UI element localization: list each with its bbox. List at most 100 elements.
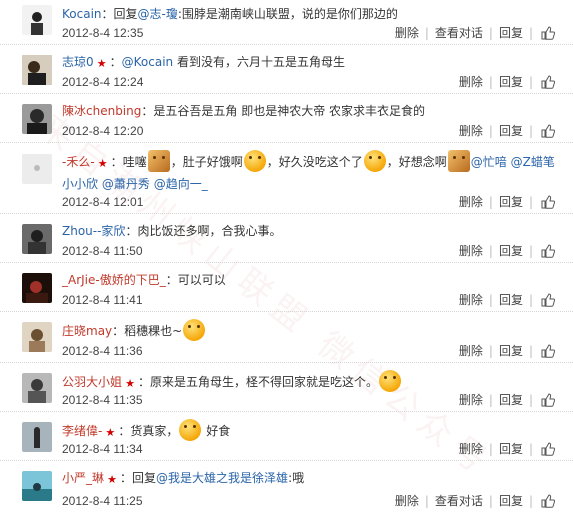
timestamp: 2012-8-4 12:01 [62, 195, 144, 209]
thumbs-up-icon[interactable] [541, 74, 556, 89]
timestamp: 2012-8-4 11:41 [62, 293, 143, 307]
delete-button[interactable]: 删除 [459, 193, 483, 210]
username[interactable]: _ArJie-傲娇的下巴_ [62, 273, 166, 287]
username[interactable]: -禾么- [62, 155, 95, 169]
comment-item: Zhou--家欣：肉比饭还多啊，合我心事。 2012-8-4 11:50 删除 |… [0, 215, 573, 263]
delete-button[interactable]: 删除 [459, 73, 483, 90]
delete-button[interactable]: 删除 [459, 242, 483, 259]
comment-item: _ArJie-傲娇的下巴_：可以可以 2012-8-4 11:41 删除 | 回复… [0, 264, 573, 312]
mention-link[interactable]: @Kocain [122, 55, 174, 69]
username[interactable]: 公羽大小姐 [62, 375, 122, 389]
thumbs-up-icon[interactable] [541, 25, 556, 40]
comment-item: -禾么- ★ ：哇噻 ，肚子好饿啊 ，好久没吃这个了 ，好想念啊 @忙喑 @Z蜡笔小小欣 @… [0, 144, 573, 214]
reply-button[interactable]: 回复 [499, 291, 523, 308]
hug-emoji-icon [447, 150, 470, 172]
drool-emoji-icon [243, 150, 266, 172]
comment-text: 李绪偉- ★ ：货真家， 好食 [62, 419, 561, 441]
verified-badge-icon: ★ [97, 157, 108, 170]
username[interactable]: 志琼0 [62, 55, 94, 69]
comment-item: 陳冰chenbing：是五谷吾是五角 即也是神农大帝 农家求丰衣足食的 2012… [0, 95, 573, 143]
comment-text: -禾么- ★ ：哇噻 ，肚子好饿啊 ，好久没吃这个了 ，好想念啊 @忙喑 @Z蜡笔小小欣 @… [62, 150, 561, 195]
comment-item: 庄晓may：稻穗稞也~ 2012-8-4 11:36 删除 | 回复 | [0, 313, 573, 363]
comment-actions: 删除 | 回复 | [459, 122, 556, 139]
view-conversation-button[interactable]: 查看对话 [435, 24, 483, 41]
reply-button[interactable]: 回复 [499, 242, 523, 259]
username[interactable]: Zhou--家欣 [62, 224, 125, 238]
reply-button[interactable]: 回复 [499, 24, 523, 41]
comment-text: 公羽大小姐 ★ ：原来是五角母生，柽不得回家就是吃这个。 [62, 370, 561, 392]
verified-badge-icon: ★ [96, 57, 107, 70]
comment-text: Zhou--家欣：肉比饭还多啊，合我心事。 [62, 224, 282, 238]
avatar[interactable] [22, 5, 52, 35]
comment-item: 小严_琳 ★ ：回复@我是大雄之我是徐泽雄:哦 2012-8-4 11:25 删除 |… [0, 462, 573, 514]
delete-button[interactable]: 删除 [459, 122, 483, 139]
avatar[interactable] [22, 224, 52, 254]
comment-text: _ArJie-傲娇的下巴_：可以可以 [62, 273, 226, 287]
comment-actions: 删除 | 回复 | [459, 291, 556, 308]
reply-button[interactable]: 回复 [499, 193, 523, 210]
comment-text: 小严_琳 ★ ：回复@我是大雄之我是徐泽雄:哦 [62, 471, 305, 486]
reply-button[interactable]: 回复 [499, 73, 523, 90]
timestamp: 2012-8-4 11:25 [62, 494, 143, 508]
food-emoji-icon [147, 150, 170, 172]
username[interactable]: 庄晓may [62, 324, 112, 338]
username[interactable]: 陳冰chenbing [62, 104, 141, 118]
cry-emoji-icon [363, 150, 386, 172]
verified-badge-icon: ★ [107, 473, 117, 486]
mention-link[interactable]: @蕭丹秀 [102, 177, 150, 191]
mention-link[interactable]: @趋向一_ [154, 177, 208, 191]
avatar[interactable] [22, 104, 52, 134]
thumbs-up-icon[interactable] [541, 441, 556, 456]
avatar[interactable] [22, 373, 52, 403]
avatar[interactable] [22, 273, 52, 303]
timestamp: 2012-8-4 11:36 [62, 344, 143, 358]
username[interactable]: 李绪偉- [62, 424, 102, 438]
thumbs-up-icon[interactable] [541, 292, 556, 307]
avatar[interactable] [22, 322, 52, 352]
delete-button[interactable]: 删除 [395, 24, 419, 41]
delete-button[interactable]: 删除 [459, 391, 483, 408]
delete-button[interactable]: 删除 [459, 342, 483, 359]
thumbs-up-icon[interactable] [541, 392, 556, 407]
delete-button[interactable]: 删除 [459, 291, 483, 308]
thumbs-up-icon[interactable] [541, 343, 556, 358]
reply-button[interactable]: 回复 [499, 122, 523, 139]
reply-button[interactable]: 回复 [499, 492, 523, 509]
avatar[interactable] [22, 55, 52, 85]
verified-badge-icon: ★ [105, 426, 116, 439]
comment-item: 李绪偉- ★ ：货真家， 好食 2012-8-4 11:34 删除 | 回复 | [0, 413, 573, 461]
timestamp: 2012-8-4 11:35 [62, 393, 143, 407]
comment-actions: 删除 | 查看对话 | 回复 | [395, 24, 556, 41]
reply-button[interactable]: 回复 [499, 342, 523, 359]
avatar[interactable] [22, 154, 52, 184]
avatar[interactable] [22, 471, 52, 501]
username[interactable]: 小严_琳 [62, 471, 104, 485]
grin-emoji-icon [179, 419, 202, 441]
delete-button[interactable]: 删除 [395, 492, 419, 509]
comment-text: 庄晓may：稻穗稞也~ [62, 319, 561, 341]
smile-emoji-icon [379, 370, 402, 392]
comment-text: Kocain：回复@志-瓊:围脖是潮南峡山联盟，说的是你们那边的 [62, 7, 398, 21]
timestamp: 2012-8-4 12:35 [62, 26, 144, 40]
thumbs-up-icon[interactable] [541, 493, 556, 508]
mention-link[interactable]: @忙喑 [471, 155, 507, 169]
reply-button[interactable]: 回复 [499, 440, 523, 457]
comment-item: Kocain：回复@志-瓊:围脖是潮南峡山联盟，说的是你们那边的 2012-8-… [0, 0, 573, 45]
mention-link[interactable]: @志-瓊 [138, 7, 178, 21]
timestamp: 2012-8-4 12:24 [62, 75, 144, 89]
comment-item: 公羽大小姐 ★ ：原来是五角母生，柽不得回家就是吃这个。 2012-8-4 11:3… [0, 364, 573, 412]
thumbs-up-icon[interactable] [541, 194, 556, 209]
thumbs-up-icon[interactable] [541, 123, 556, 138]
avatar[interactable] [22, 422, 52, 452]
view-conversation-button[interactable]: 查看对话 [435, 492, 483, 509]
mention-link[interactable]: @我是大雄之我是徐泽雄 [156, 471, 288, 485]
comment-text: 志琼0 ★ ：@Kocain 看到没有，六月十五是五角母生 [62, 55, 345, 70]
timestamp: 2012-8-4 11:34 [62, 442, 143, 456]
username[interactable]: Kocain [62, 7, 102, 21]
timestamp: 2012-8-4 12:20 [62, 124, 144, 138]
comment-actions: 删除 | 回复 | [459, 193, 556, 210]
delete-button[interactable]: 删除 [459, 440, 483, 457]
thumbs-up-icon[interactable] [541, 243, 556, 258]
shy-emoji-icon [183, 319, 206, 341]
reply-button[interactable]: 回复 [499, 391, 523, 408]
